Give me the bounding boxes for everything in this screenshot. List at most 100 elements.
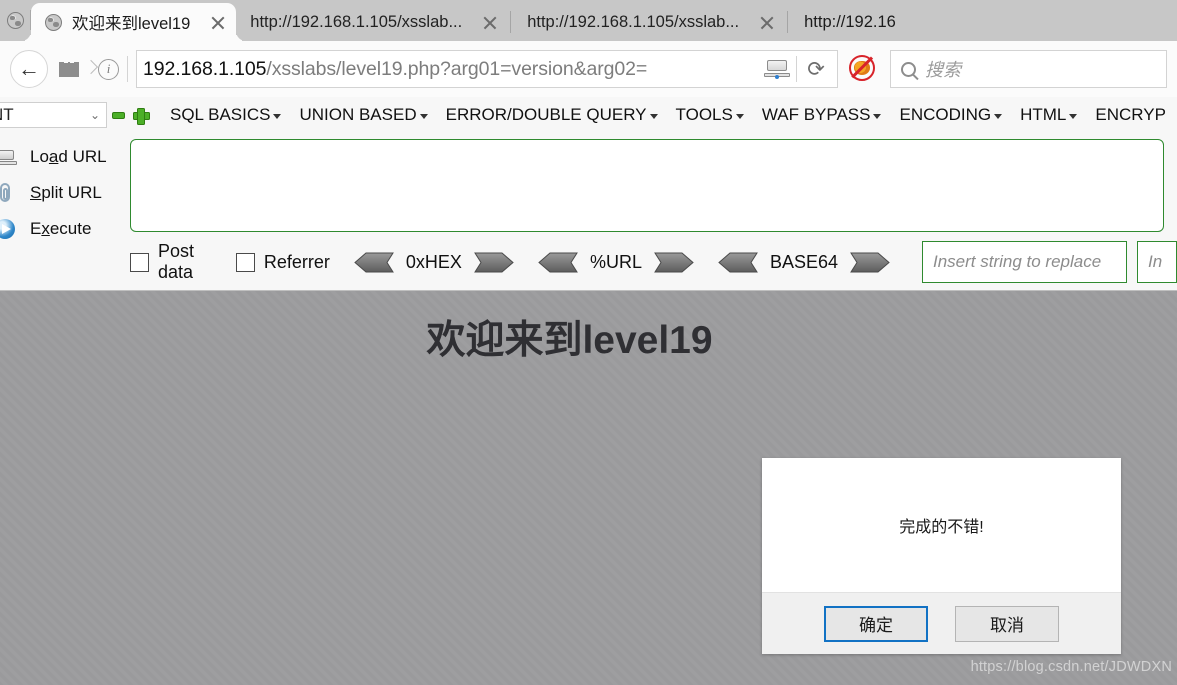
remove-button[interactable] — [107, 101, 129, 129]
noscript-blocked-icon[interactable] — [848, 54, 878, 84]
replace-input-1-placeholder: Insert string to replace — [933, 252, 1102, 271]
globe-icon — [6, 12, 24, 29]
minus-icon — [111, 111, 125, 119]
menu-union-based[interactable]: UNION BASED — [290, 105, 436, 125]
chevron-down-icon — [873, 114, 882, 119]
hackbar-body: Load URL Split URL Execute Post data Ref… — [0, 133, 1177, 286]
load-url-label: Load URL — [30, 147, 107, 166]
urlbar-divider — [796, 56, 797, 82]
url-decode-button[interactable] — [538, 252, 578, 273]
menu-waf-bypass[interactable]: WAF BYPASS — [753, 105, 891, 125]
execute-label: Execute — [30, 219, 92, 238]
save-to-device-icon[interactable] — [760, 54, 794, 84]
hackbar-menu-row: NT ⌄ SQL BASICS UNION BASED ERROR/ — [0, 97, 1177, 133]
url-host: 192.168.1.105 — [143, 57, 267, 80]
menu-label: SQL BASICS — [170, 105, 271, 124]
load-url-icon — [0, 144, 18, 170]
base64-label: BASE64 — [769, 251, 838, 272]
tab-1-close-icon[interactable] — [208, 12, 228, 32]
hackbar-url-textarea[interactable] — [130, 139, 1164, 232]
tab-4[interactable]: http://192.16 — [790, 4, 904, 41]
dialog-cancel-button[interactable]: 取消 — [955, 605, 1059, 642]
info-circle-icon[interactable]: i — [98, 58, 119, 80]
split-url-button[interactable]: Split URL — [0, 175, 130, 211]
checkbox-box — [235, 252, 255, 272]
menu-label: HTML — [1020, 105, 1067, 124]
tab-2[interactable]: http://192.168.1.105/xsslab... — [236, 4, 508, 41]
replace-input-2-placeholder: In — [1148, 252, 1163, 271]
tab-2-close-icon[interactable] — [480, 13, 500, 33]
tab-3-label: http://192.168.1.105/xsslab... — [527, 13, 740, 31]
back-arrow-icon: ← — [18, 56, 40, 81]
add-button[interactable] — [129, 101, 151, 129]
address-bar[interactable]: 192.168.1.105/xsslabs/level19.php?arg01=… — [136, 50, 838, 88]
hackbar-panel: NT ⌄ SQL BASICS UNION BASED ERROR/ — [0, 97, 1177, 291]
menu-label: ENCODING — [899, 105, 992, 124]
chevron-down-icon — [649, 114, 658, 119]
hackbar-menu: SQL BASICS UNION BASED ERROR/DOUBLE QUER… — [161, 105, 1175, 125]
search-icon — [901, 61, 916, 77]
confirm-dialog: 完成的不错! 确定 取消 — [762, 458, 1121, 654]
tab-1[interactable]: 欢迎来到level19 — [31, 3, 237, 41]
tab-1-label: 欢迎来到level19 — [72, 15, 191, 33]
menu-label: TOOLS — [675, 105, 733, 124]
menu-label: UNION BASED — [299, 105, 417, 124]
chevron-down-icon — [994, 114, 1003, 119]
chevron-down-icon — [273, 114, 282, 119]
replace-input-1[interactable]: Insert string to replace — [922, 241, 1127, 283]
page-content: 欢迎来到level19 完成的不错! 确定 取消 https://blog.cs… — [0, 291, 1177, 685]
menu-error-double-query[interactable]: ERROR/DOUBLE QUERY — [437, 105, 667, 125]
hackbar-actions: Load URL Split URL Execute — [0, 139, 130, 286]
hex-encode-button[interactable] — [474, 252, 514, 273]
tab-3-close-icon[interactable] — [757, 13, 777, 33]
library-icon[interactable] — [54, 50, 84, 88]
navigation-toolbar: ← i 192.168.1.105/xsslabs/level19.php?ar… — [0, 41, 1177, 97]
replace-input-2[interactable]: In — [1137, 241, 1177, 283]
search-placeholder: 搜索 — [925, 60, 961, 80]
split-url-label: Split URL — [30, 183, 102, 202]
tab-strip: 欢迎来到level19 http://192.168.1.105/xsslab.… — [0, 0, 1177, 41]
execute-icon — [0, 216, 18, 242]
chevron-right-icon — [84, 50, 98, 88]
watermark: https://blog.csdn.net/JDWDXN — [970, 659, 1172, 675]
url-encode-button[interactable] — [654, 252, 694, 273]
load-url-button[interactable]: Load URL — [0, 139, 130, 175]
base64-encode-button[interactable] — [850, 252, 890, 273]
hackbar-mode-select[interactable]: NT ⌄ — [0, 102, 107, 128]
base64-decode-button[interactable] — [718, 252, 758, 273]
post-data-label: Post data — [158, 241, 195, 282]
browser-window: 欢迎来到level19 http://192.168.1.105/xsslab.… — [0, 0, 1177, 685]
dialog-message: 完成的不错! — [899, 519, 984, 536]
referrer-label: Referrer — [263, 251, 330, 272]
hex-decode-button[interactable] — [354, 252, 394, 273]
hex-converter-group: 0xHEX — [354, 252, 514, 273]
menu-tools[interactable]: TOOLS — [667, 105, 753, 125]
menu-encryption[interactable]: ENCRYP — [1086, 105, 1175, 125]
execute-button[interactable]: Execute — [0, 211, 130, 247]
globe-icon — [45, 13, 62, 31]
menu-label: WAF BYPASS — [761, 105, 871, 124]
reload-icon[interactable]: ⟳ — [799, 54, 833, 84]
toolbar-divider — [127, 56, 128, 82]
post-data-checkbox[interactable]: Post data — [130, 241, 212, 283]
dialog-confirm-button[interactable]: 确定 — [824, 605, 928, 642]
chevron-down-icon — [1069, 114, 1078, 119]
url-path: /xsslabs/level19.php?arg01=version&arg02… — [266, 57, 648, 80]
url-converter-group: %URL — [538, 252, 694, 273]
back-button[interactable]: ← — [10, 50, 48, 88]
menu-label: ENCRYP — [1095, 105, 1166, 124]
plus-icon — [132, 107, 150, 125]
search-input[interactable]: 搜索 — [890, 50, 1167, 88]
menu-encoding[interactable]: ENCODING — [890, 105, 1011, 125]
menu-html[interactable]: HTML — [1011, 105, 1086, 125]
tab-3[interactable]: http://192.168.1.105/xsslab... — [513, 4, 785, 41]
page-title: 欢迎来到level19 — [426, 319, 713, 362]
split-url-icon — [0, 180, 18, 206]
menu-sql-basics[interactable]: SQL BASICS — [161, 105, 290, 125]
address-bar-text: 192.168.1.105/xsslabs/level19.php?arg01=… — [143, 58, 760, 81]
checkbox-box — [130, 252, 149, 272]
hackbar-inputs: Post data Referrer 0xHEX %URL BASE64 Ins… — [130, 139, 1177, 286]
referrer-checkbox[interactable]: Referrer — [235, 251, 330, 273]
hackbar-mode-value: NT — [0, 105, 14, 124]
chevron-down-icon: ⌄ — [89, 108, 100, 122]
